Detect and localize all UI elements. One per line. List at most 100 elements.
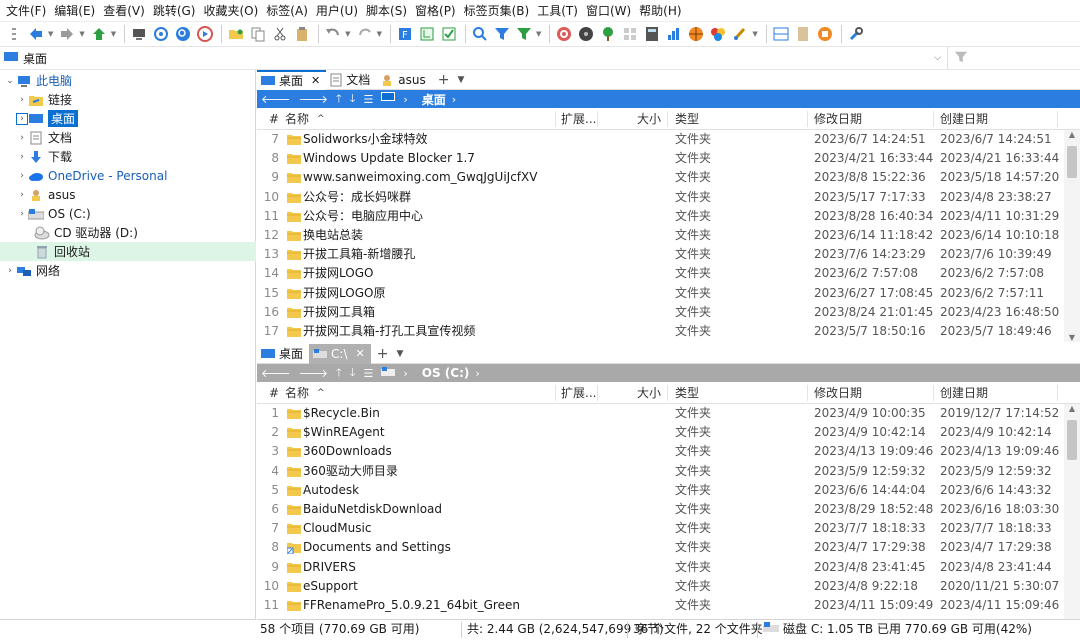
file-row[interactable]: 3 360Downloads 文件夹 2023/4/13 19:09:46 2023/4… — [257, 442, 1063, 461]
close-icon[interactable]: ✕ — [311, 74, 320, 87]
menu-item[interactable]: 脚本(S) — [362, 0, 411, 22]
menu-item[interactable]: 帮助(H) — [635, 0, 685, 22]
file-name[interactable]: Solidworks小金球特效 — [303, 130, 428, 149]
breadcrumb-current[interactable]: 桌面 — [422, 91, 446, 108]
file-name[interactable]: 开拔网LOGO — [303, 264, 373, 283]
column-extension-header[interactable]: 扩展... — [561, 108, 596, 130]
address-text[interactable]: 桌面 — [23, 50, 47, 67]
file-name[interactable]: 换电站总装 — [303, 226, 363, 245]
column-type-header[interactable]: 类型 — [675, 382, 699, 404]
chevron-right-icon[interactable]: › — [16, 190, 28, 200]
scroll-thumb[interactable] — [1067, 146, 1077, 178]
brush-dropdown-icon[interactable]: ▼ — [752, 30, 757, 38]
file-row[interactable]: 7 CloudMusic 文件夹 2023/7/7 18:18:33 2023/7/7 … — [257, 519, 1063, 538]
file-name[interactable]: $WinREAgent — [303, 423, 385, 442]
stop-icon[interactable] — [815, 24, 835, 44]
column-type-header[interactable]: 类型 — [675, 108, 699, 130]
tab-c-drive[interactable]: C:\ ✕ — [309, 343, 371, 364]
file-rename-icon[interactable]: F — [395, 24, 415, 44]
tree-item[interactable]: › 网络 — [0, 261, 256, 280]
tree-item[interactable]: 回收站 — [0, 242, 256, 261]
column-divider[interactable] — [807, 385, 808, 401]
panel-icon[interactable] — [793, 24, 813, 44]
file-row[interactable]: 8 Documents and Settings 文件夹 2023/4/7 17:29… — [257, 538, 1063, 557]
address-dropdown-icon[interactable]: ⌵ — [934, 53, 941, 63]
scroll-thumb[interactable] — [1067, 420, 1077, 460]
file-row[interactable]: 1 $Recycle.Bin 文件夹 2023/4/9 10:00:35 2019/12… — [257, 404, 1063, 423]
tree-item[interactable]: CD 驱动器 (D:) — [0, 223, 256, 242]
menu-item[interactable]: 编辑(E) — [50, 0, 99, 22]
undo-icon[interactable] — [323, 24, 343, 44]
paste-icon[interactable] — [292, 24, 312, 44]
tree-item[interactable]: › 文档 — [0, 128, 256, 147]
file-row[interactable]: 17 开拔网工具箱-打孔工具宣传视频 文件夹 2023/5/7 18:50:16 202… — [257, 322, 1063, 341]
up-icon[interactable]: 🡑 — [336, 90, 342, 109]
down-icon[interactable]: 🡓 — [350, 90, 356, 109]
scrollbar-bottom[interactable]: ▲ — [1064, 404, 1080, 619]
file-name[interactable]: 开拔工具箱-新增腰孔 — [303, 245, 415, 264]
file-name[interactable]: 开拔网工具箱 — [303, 303, 375, 322]
tab-menu-icon[interactable]: ▼ — [396, 349, 403, 359]
new-tab-icon[interactable]: + — [438, 72, 450, 88]
new-folder-icon[interactable] — [226, 24, 246, 44]
chart-icon[interactable] — [664, 24, 684, 44]
scroll-down-icon[interactable]: ▼ — [1064, 333, 1080, 342]
file-row[interactable]: 13 开拔工具箱-新增腰孔 文件夹 2023/7/6 14:23:29 2023/7/6… — [257, 245, 1063, 264]
disk-icon[interactable] — [576, 24, 596, 44]
tree-item[interactable]: › OneDrive - Personal — [0, 166, 256, 185]
tools-icon[interactable] — [846, 24, 866, 44]
back-icon[interactable] — [26, 24, 46, 44]
calculator-icon[interactable] — [642, 24, 662, 44]
file-row[interactable]: 6 BaiduNetdiskDownload 文件夹 2023/8/29 18:52:… — [257, 500, 1063, 519]
forward-dropdown-icon[interactable]: ▼ — [79, 30, 84, 38]
file-name[interactable]: FFRenamePro_5.0.9.21_64bit_Green — [303, 596, 520, 615]
tab-menu-icon[interactable]: ▼ — [457, 75, 464, 85]
file-name[interactable]: 公众号：电脑应用中心 — [303, 207, 423, 226]
chevron-right-icon[interactable]: › — [16, 152, 28, 162]
file-name[interactable]: Documents and Settings — [303, 538, 451, 557]
forward-icon[interactable]: 🡒 — [299, 92, 329, 106]
scroll-up-icon[interactable]: ▲ — [1064, 130, 1080, 139]
tab-desktop-top[interactable]: 桌面 ✕ — [257, 69, 327, 90]
column-extension-header[interactable]: 扩展... — [561, 382, 596, 404]
file-row[interactable]: 9 DRIVERS 文件夹 2023/4/8 23:41:45 2023/4/8 23:… — [257, 558, 1063, 577]
menu-item[interactable]: 收藏夹(O) — [199, 0, 262, 22]
column-created-header[interactable]: 创建日期 — [940, 382, 988, 404]
basketball-icon[interactable] — [686, 24, 706, 44]
column-divider[interactable] — [555, 385, 556, 401]
file-name[interactable]: 开拔网LOGO原 — [303, 284, 385, 303]
column-divider[interactable] — [933, 111, 934, 127]
undo-dropdown-icon[interactable]: ▼ — [345, 30, 350, 38]
tree-item[interactable]: › OS (C:) — [0, 204, 256, 223]
file-row[interactable]: 9 www.sanweimoxing.com_GwqJgUiJcfXV 文件夹 202… — [257, 168, 1063, 187]
file-name[interactable]: 360驱动大师目录 — [303, 462, 398, 481]
chevron-right-icon[interactable]: › — [16, 95, 28, 105]
breadcrumb-current[interactable]: OS (C:) — [422, 366, 470, 380]
redo-icon[interactable] — [355, 24, 375, 44]
file-name[interactable]: eSupport — [303, 577, 358, 596]
file-row[interactable]: 2 $WinREAgent 文件夹 2023/4/9 10:42:14 2023/4/9… — [257, 423, 1063, 442]
scrollbar-top[interactable]: ▲ ▼ — [1064, 130, 1080, 342]
forward-icon[interactable] — [57, 24, 77, 44]
column-divider[interactable] — [1057, 111, 1058, 127]
new-tab-icon[interactable]: + — [377, 346, 389, 362]
filter-field[interactable] — [948, 50, 968, 67]
column-number-header[interactable]: # — [269, 382, 279, 404]
column-divider[interactable] — [807, 111, 808, 127]
column-name-header[interactable]: 名称 — [285, 108, 309, 130]
computer-icon[interactable] — [129, 24, 149, 44]
column-size-header[interactable]: 大小 — [637, 382, 661, 404]
address-field[interactable]: 桌面 ⌵ — [0, 47, 948, 69]
chevron-right-icon[interactable]: › — [403, 367, 407, 380]
file-name[interactable]: 360Downloads — [303, 442, 392, 461]
list-icon[interactable]: ☰ — [363, 93, 373, 106]
column-divider[interactable] — [667, 111, 668, 127]
column-number-header[interactable]: # — [269, 108, 279, 130]
forward-icon[interactable]: 🡒 — [299, 366, 329, 380]
column-divider[interactable] — [597, 111, 598, 127]
list-icon[interactable]: ☰ — [363, 367, 373, 380]
file-name[interactable]: 开拔网工具箱-打孔工具宣传视频 — [303, 322, 475, 341]
back-dropdown-icon[interactable]: ▼ — [48, 30, 53, 38]
target-icon[interactable] — [151, 24, 171, 44]
file-row[interactable]: 11 公众号：电脑应用中心 文件夹 2023/8/28 16:40:34 2023/4/… — [257, 207, 1063, 226]
